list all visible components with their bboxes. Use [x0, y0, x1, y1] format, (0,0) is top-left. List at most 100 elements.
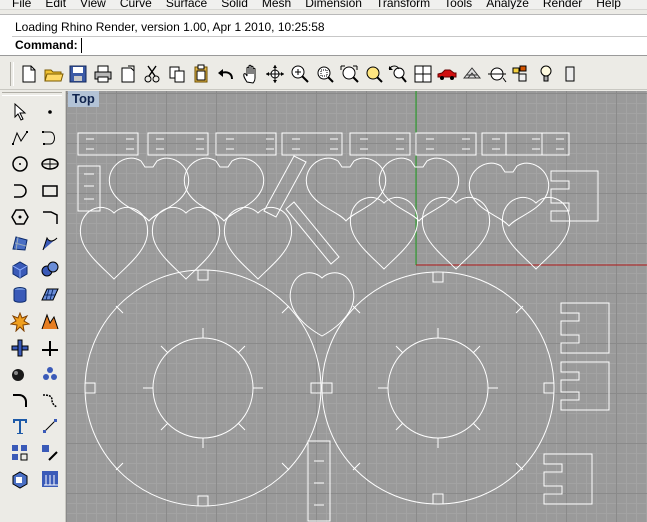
menu-view[interactable]: View: [74, 0, 114, 9]
strip-part: [147, 132, 209, 156]
menu-edit[interactable]: Edit: [39, 0, 74, 9]
paste-icon[interactable]: [189, 61, 214, 87]
strip-part: [415, 132, 477, 156]
rotate-view-icon[interactable]: [263, 61, 288, 87]
arc-icon[interactable]: [6, 178, 34, 204]
select-arrow-icon[interactable]: [6, 99, 34, 125]
menu-tools[interactable]: Tools: [438, 0, 480, 9]
light-bulb-icon[interactable]: [533, 61, 558, 87]
copy-icon[interactable]: [165, 61, 190, 87]
cut-parts: [77, 132, 610, 522]
point-icon[interactable]: [36, 99, 64, 125]
osnap-icon[interactable]: [484, 61, 509, 87]
petal-part: [108, 157, 190, 222]
box-solid-icon[interactable]: [6, 256, 34, 282]
menu-mesh[interactable]: Mesh: [256, 0, 299, 9]
new-icon[interactable]: [17, 61, 42, 87]
explode-icon[interactable]: [6, 309, 34, 335]
transform-icon[interactable]: [36, 439, 64, 465]
cylinder-icon[interactable]: [6, 282, 34, 308]
rectangle-icon[interactable]: [36, 178, 64, 204]
surface-icon[interactable]: [6, 230, 34, 256]
connector-part: [285, 201, 340, 265]
group-icon[interactable]: [36, 361, 64, 387]
strip-part: [481, 132, 543, 156]
menu-curve[interactable]: Curve: [114, 0, 160, 9]
bracket-part: [560, 361, 610, 411]
petal-part: [421, 196, 491, 270]
four-viewports-icon[interactable]: [411, 61, 436, 87]
connector-part: [307, 440, 331, 522]
menu-transform[interactable]: Transform: [370, 0, 438, 9]
trim-icon[interactable]: [36, 335, 64, 361]
save-icon[interactable]: [66, 61, 91, 87]
boolean-split-icon[interactable]: [36, 309, 64, 335]
command-history: Loading Rhino Render, version 1.00, Apr …: [15, 20, 325, 34]
sphere-icon[interactable]: [36, 256, 64, 282]
main-sidebar-toolbar: [0, 91, 66, 522]
bracket-part: [560, 302, 610, 354]
sidebar-left-column: [6, 99, 34, 492]
plane-icon[interactable]: [36, 282, 64, 308]
curve-icon[interactable]: [36, 125, 64, 151]
menu-analyze[interactable]: Analyze: [480, 0, 537, 9]
command-input[interactable]: [80, 38, 581, 53]
zoom-extents-icon[interactable]: [337, 61, 362, 87]
zoom-selected-icon[interactable]: [361, 61, 386, 87]
fillet-icon[interactable]: [6, 387, 34, 413]
ellipse-icon[interactable]: [36, 151, 64, 177]
car-render-icon[interactable]: [435, 61, 460, 87]
petal-part: [305, 157, 387, 222]
boolean-union-icon[interactable]: [6, 335, 34, 361]
blend-icon[interactable]: [36, 387, 64, 413]
bracket-part: [543, 453, 593, 505]
solid-tools-icon[interactable]: [6, 361, 34, 387]
import-icon[interactable]: [115, 61, 140, 87]
polyline-icon[interactable]: [6, 125, 34, 151]
pan-icon[interactable]: [238, 61, 263, 87]
layer-icon[interactable]: [509, 61, 534, 87]
zoom-window-icon[interactable]: [312, 61, 337, 87]
toolbar-grip[interactable]: [10, 61, 14, 86]
array-icon[interactable]: [6, 439, 34, 465]
command-label: Command:: [15, 38, 78, 52]
strip-part: [215, 132, 277, 156]
petal-part: [349, 196, 419, 270]
strip-part: [281, 132, 343, 156]
petal-part: [378, 157, 460, 222]
render-mesh-icon[interactable]: [460, 61, 485, 87]
print-icon[interactable]: [91, 61, 116, 87]
menu-file[interactable]: File: [6, 0, 39, 9]
cut-icon[interactable]: [140, 61, 165, 87]
free-curve-icon[interactable]: [36, 204, 64, 230]
menu-render[interactable]: Render: [537, 0, 590, 9]
menu-bar: File Edit View Curve Surface Solid Mesh …: [0, 0, 647, 10]
dimension-icon[interactable]: [36, 413, 64, 439]
petal-part: [151, 206, 221, 280]
menu-help[interactable]: Help: [590, 0, 629, 9]
grid-snap-icon[interactable]: [36, 466, 64, 492]
menu-solid[interactable]: Solid: [215, 0, 256, 9]
polygon-icon[interactable]: [6, 204, 34, 230]
bracket-part: [77, 165, 101, 212]
undo-view-icon[interactable]: [386, 61, 411, 87]
petal-part: [289, 272, 355, 337]
block-icon[interactable]: [6, 466, 34, 492]
sidebar-right-column: [36, 99, 64, 492]
undo-icon[interactable]: [214, 61, 239, 87]
open-icon[interactable]: [42, 61, 67, 87]
viewport-drawing: [77, 91, 647, 522]
strip-part: [77, 132, 139, 156]
more-icon[interactable]: [558, 61, 583, 87]
viewport-label[interactable]: Top: [68, 91, 99, 107]
top-viewport[interactable]: Top: [66, 91, 647, 522]
menu-surface[interactable]: Surface: [160, 0, 215, 9]
zoom-icon[interactable]: [288, 61, 313, 87]
bracket-part: [550, 170, 599, 222]
sidebar-grip[interactable]: [2, 92, 62, 96]
circle-icon[interactable]: [6, 151, 34, 177]
strip-part: [505, 132, 570, 156]
menu-dimension[interactable]: Dimension: [299, 0, 370, 9]
text-icon[interactable]: [6, 413, 34, 439]
rebuild-icon[interactable]: [36, 230, 64, 256]
